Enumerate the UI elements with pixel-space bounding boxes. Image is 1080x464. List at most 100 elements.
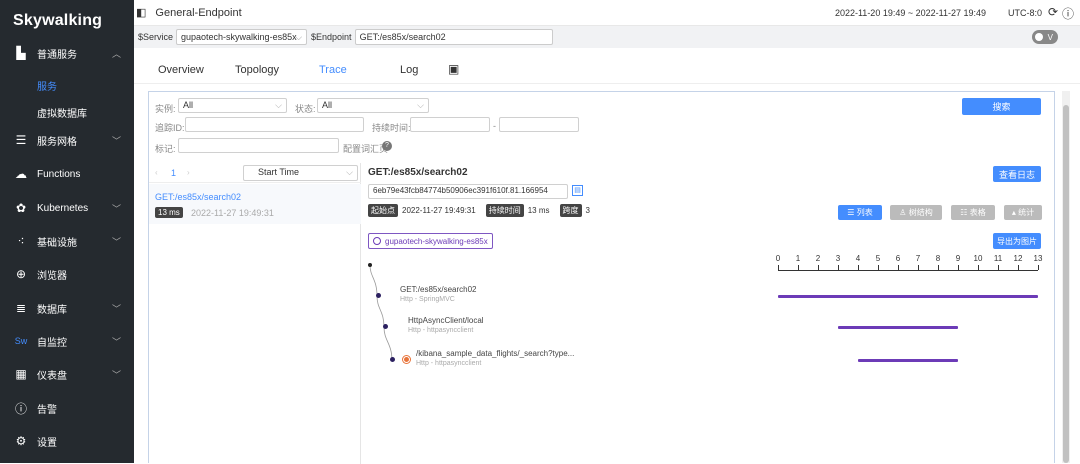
bar-chart-icon: ▙ <box>16 46 26 60</box>
page-number[interactable]: 1 <box>171 168 176 178</box>
sidebar-item-infrastructure[interactable]: ⁖ 基础设施 ﹀ <box>0 226 134 256</box>
detail-title: GET:/es85x/search02 <box>368 167 468 178</box>
infrastructure-icon: ⁖ <box>17 234 25 248</box>
duration-min-input[interactable] <box>410 117 490 132</box>
copy-icon[interactable]: ▤ <box>572 185 583 196</box>
sidebar-item-alert[interactable]: ⓘ 告警 <box>0 393 134 423</box>
sort-select[interactable]: Start Time ⌵ <box>243 165 358 181</box>
chevron-down-icon: ﹀ <box>111 337 121 347</box>
duration-dash: - <box>493 121 496 131</box>
span-name[interactable]: /kibana_sample_data_flights/_search?type… <box>416 349 574 358</box>
sidebar-item-kubernetes[interactable]: ✿ Kubernetes ﹀ <box>0 193 134 223</box>
sidebar-subitem-service[interactable]: 服务 <box>37 78 57 93</box>
chevron-down-icon: ﹀ <box>111 370 121 380</box>
tab-trace[interactable]: Trace <box>319 64 347 76</box>
endpoint-select[interactable]: GET:/es85x/search02 <box>354 29 553 45</box>
chevron-up-icon: ︿ <box>111 49 121 59</box>
sidebar-item-functions[interactable]: ☁ Functions <box>0 159 134 189</box>
tab-log[interactable]: Log <box>400 64 418 76</box>
database-icon: ≣ <box>15 301 27 315</box>
sidebar-item-label: 服务网格 <box>37 136 77 148</box>
trace-id-input[interactable] <box>185 117 364 132</box>
sidebar-item-browser[interactable]: ⊕ 浏览器 <box>0 259 134 289</box>
tick-label: 6 <box>895 254 901 263</box>
span-name[interactable]: GET:/es85x/search02 <box>400 285 476 294</box>
sidebar-subitem-virtual-db[interactable]: 虚拟数据库 <box>37 105 87 120</box>
tick-label: 1 <box>795 254 801 263</box>
view-list-label: 列表 <box>856 208 873 217</box>
prev-page-icon[interactable]: ‹ <box>155 168 158 177</box>
view-table-button[interactable]: ☷ 表格 <box>951 205 995 220</box>
chevron-down-icon: ⌵ <box>346 167 353 177</box>
sidebar-item-label: 仪表盘 <box>37 370 67 382</box>
tick-label: 10 <box>973 254 983 263</box>
scrollbar[interactable] <box>1062 91 1070 463</box>
dashboard-icon: ▦ <box>15 367 27 381</box>
span-node-dot[interactable] <box>376 293 381 298</box>
tab-topology[interactable]: Topology <box>235 64 279 76</box>
instance-select[interactable]: All ⌵ <box>178 98 287 113</box>
theme-toggle[interactable]: V <box>1032 30 1058 44</box>
view-logs-button[interactable]: 查看日志 <box>993 166 1041 182</box>
alert-icon: ⓘ <box>14 401 27 416</box>
root-dot <box>368 263 372 267</box>
endpoint-value: GET:/es85x/search02 <box>359 32 446 42</box>
view-stats-button[interactable]: ▴ 统计 <box>1004 205 1042 220</box>
menu-toggle-icon[interactable]: ◧ <box>136 6 146 19</box>
time-range[interactable]: 2022-11-20 19:49 ~ 2022-11-27 19:49 <box>835 8 986 18</box>
server-stack-icon: ☰ <box>15 133 27 147</box>
reload-icon[interactable]: ⟳ <box>1048 5 1058 19</box>
span-name[interactable]: HttpAsyncClient/local <box>408 316 484 325</box>
state-select[interactable]: All ⌵ <box>317 98 429 113</box>
tab-overview[interactable]: Overview <box>158 64 204 76</box>
scrollbar-thumb[interactable] <box>1063 105 1069 463</box>
trace-id-select[interactable]: 6eb79e43fcb84774b50906ec391f610f.81.1669… <box>368 184 568 199</box>
span-node-dot[interactable] <box>390 357 395 362</box>
kubernetes-icon: ✿ <box>15 201 27 215</box>
info-icon[interactable]: ⓘ <box>1062 5 1074 22</box>
tick-mark <box>1038 265 1039 270</box>
view-stats-label: 统计 <box>1018 208 1035 217</box>
trace-id-value: 6eb79e43fcb84774b50906ec391f610f.81.1669… <box>373 186 548 195</box>
tick-label: 2 <box>815 254 821 263</box>
sidebar-item-general-service[interactable]: ▙ 普通服务 ︿ <box>0 38 134 68</box>
list-item[interactable]: GET:/es85x/search02 13 ms 2022-11-27 19:… <box>149 184 361 224</box>
view-list-button[interactable]: ☰ 列表 <box>838 205 882 220</box>
sidebar-item-database[interactable]: ≣ 数据库 ﹀ <box>0 293 134 323</box>
next-page-icon[interactable]: › <box>187 168 190 177</box>
sidebar-item-dashboard[interactable]: ▦ 仪表盘 ﹀ <box>0 359 134 389</box>
help-icon[interactable]: ? <box>382 141 392 151</box>
view-table-label: 表格 <box>969 208 986 217</box>
sidebar: Skywalking ▙ 普通服务 ︿ 服务 虚拟数据库 ☰ 服务网格 ﹀ ☁ … <box>0 0 134 463</box>
sidebar-item-label: 设置 <box>37 437 57 449</box>
span-duration-bar[interactable] <box>838 326 958 329</box>
sidebar-item-service-mesh[interactable]: ☰ 服务网格 ﹀ <box>0 125 134 155</box>
export-image-button[interactable]: 导出为图片 <box>993 233 1041 249</box>
service-select[interactable]: gupaotech-skywalking-es85x ⌵ <box>176 29 308 45</box>
globe-icon: ⊕ <box>15 267 27 281</box>
tick-label: 9 <box>955 254 961 263</box>
ruler-axis <box>778 270 1038 271</box>
trace-list: ‹ 1 › Start Time ⌵ GET:/es85x/search02 1… <box>149 163 361 464</box>
span-duration-bar[interactable] <box>778 295 1038 298</box>
service-label: $Service <box>138 32 174 42</box>
search-button[interactable]: 搜索 <box>962 98 1041 115</box>
page-title: General-Endpoint <box>155 6 242 19</box>
cloud-icon: ☁ <box>15 167 27 181</box>
sidebar-item-settings[interactable]: ⚙ 设置 <box>0 426 134 456</box>
span-node-dot[interactable] <box>383 324 388 329</box>
timezone[interactable]: UTC-8:0 <box>1008 8 1042 18</box>
start-value: 2022-11-27 19:49:31 <box>402 206 476 215</box>
service-tag[interactable]: gupaotech-skywalking-es85x <box>368 233 493 249</box>
duration-max-input[interactable] <box>499 117 579 132</box>
sidebar-item-self-monitor[interactable]: Sw 自监控 ﹀ <box>0 326 134 356</box>
tag-input[interactable] <box>178 138 339 153</box>
sidebar-item-label: 浏览器 <box>37 270 67 282</box>
span-duration-bar[interactable] <box>858 359 958 362</box>
sort-value: Start Time <box>258 167 300 177</box>
clipboard-icon[interactable]: ▣ <box>448 62 459 76</box>
view-tree-button[interactable]: ♙ 树结构 <box>890 205 942 220</box>
tick-label: 8 <box>935 254 941 263</box>
tree-connectors <box>369 264 393 362</box>
chevron-down-icon: ⌵ <box>295 31 303 42</box>
